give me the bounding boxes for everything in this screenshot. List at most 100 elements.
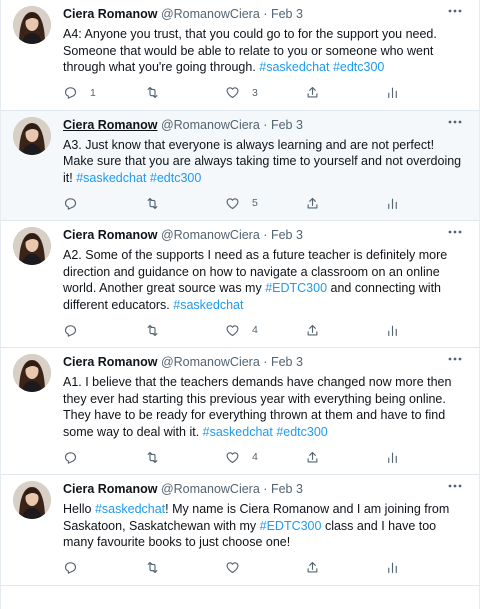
tweet[interactable]: Ciera Romanow @RomanowCiera · Feb 3 Hell…	[1, 475, 479, 586]
share-button[interactable]	[305, 322, 320, 338]
author-handle[interactable]: @RomanowCiera	[161, 482, 260, 496]
avatar[interactable]	[13, 227, 51, 265]
tweet-actions: 5	[63, 186, 467, 220]
author-name[interactable]: Ciera Romanow	[63, 228, 157, 242]
tweet[interactable]: Ciera Romanow @RomanowCiera · Feb 3 A3. …	[1, 110, 479, 221]
heart-icon	[226, 451, 239, 463]
like-count: 5	[252, 197, 258, 209]
author-name[interactable]: Ciera Romanow	[63, 118, 157, 132]
hashtag-link[interactable]: #EDTC300	[260, 519, 322, 533]
retweet-button[interactable]	[145, 322, 172, 338]
tweet-actions: 4	[63, 313, 467, 347]
tweet-text: A1. I believe that the teachers demands …	[63, 374, 467, 440]
share-icon	[307, 451, 318, 462]
retweet-icon	[147, 86, 158, 99]
tweet[interactable]: Ciera Romanow @RomanowCiera · Feb 3 A2. …	[1, 221, 479, 348]
avatar-photo	[13, 6, 51, 44]
tweet-actions: 4	[63, 440, 467, 474]
reply-button[interactable]	[63, 560, 90, 576]
date-separator: ·	[263, 355, 268, 369]
reply-button[interactable]	[63, 449, 90, 465]
reply-button[interactable]	[63, 195, 90, 211]
heart-icon	[226, 87, 239, 99]
tweet-actions	[63, 551, 467, 585]
more-options-icon[interactable]	[445, 479, 465, 493]
tweet-actions: 1 3	[63, 76, 467, 110]
reply-button[interactable]	[63, 322, 90, 338]
tweet-header: Ciera Romanow @RomanowCiera · Feb 3	[63, 117, 467, 133]
avatar[interactable]	[13, 354, 51, 392]
like-button[interactable]: 4	[225, 322, 258, 338]
tweet-header: Ciera Romanow @RomanowCiera · Feb 3	[63, 481, 467, 497]
author-handle[interactable]: @RomanowCiera	[161, 7, 260, 21]
retweet-button[interactable]	[145, 195, 172, 211]
share-button[interactable]	[305, 195, 320, 211]
like-button[interactable]: 4	[225, 449, 258, 465]
avatar[interactable]	[13, 6, 51, 44]
tweet[interactable]: Ciera Romanow @RomanowCiera · Feb 3 A4: …	[1, 0, 479, 111]
share-icon	[307, 561, 318, 573]
hashtag-link[interactable]: #saskedchat	[173, 298, 243, 312]
author-name[interactable]: Ciera Romanow	[63, 7, 157, 21]
tweet-text: A3. Just know that everyone is always le…	[63, 137, 467, 187]
hashtag-link[interactable]: #saskedchat	[95, 502, 165, 516]
author-handle[interactable]: @RomanowCiera	[161, 355, 260, 369]
avatar-photo	[13, 481, 51, 519]
retweet-button[interactable]	[145, 560, 172, 576]
analytics-icon	[388, 198, 397, 209]
analytics-button[interactable]	[385, 449, 400, 465]
avatar-photo	[13, 227, 51, 265]
avatar[interactable]	[13, 116, 51, 155]
like-count: 4	[252, 324, 258, 336]
tweet-date[interactable]: Feb 3	[271, 228, 303, 242]
tweet-text-segment: Hello	[63, 502, 95, 516]
tweet-text: Hello #saskedchat! My name is Ciera Roma…	[63, 501, 467, 551]
more-options-icon[interactable]	[445, 4, 465, 18]
heart-icon	[226, 562, 239, 574]
retweet-icon	[147, 197, 158, 209]
hashtag-link[interactable]: #edtc300	[333, 60, 384, 74]
analytics-icon	[388, 325, 397, 336]
more-options-icon[interactable]	[445, 115, 465, 129]
share-button[interactable]	[305, 85, 320, 101]
tweet[interactable]: Ciera Romanow @RomanowCiera · Feb 3 A1. …	[1, 348, 479, 475]
author-name[interactable]: Ciera Romanow	[63, 482, 157, 496]
hashtag-link[interactable]: #edtc300	[150, 171, 201, 185]
tweet-date[interactable]: Feb 3	[271, 118, 303, 132]
avatar[interactable]	[13, 481, 51, 519]
hashtag-link[interactable]: #saskedchat	[203, 425, 273, 439]
author-name[interactable]: Ciera Romanow	[63, 355, 157, 369]
share-icon	[307, 197, 318, 208]
tweet-date[interactable]: Feb 3	[271, 7, 303, 21]
analytics-button[interactable]	[385, 195, 400, 211]
tweet-text: A2. Some of the supports I need as a fut…	[63, 247, 467, 313]
like-button[interactable]: 5	[225, 195, 258, 211]
tweet-date[interactable]: Feb 3	[271, 482, 303, 496]
hashtag-link[interactable]: #edtc300	[276, 425, 327, 439]
analytics-button[interactable]	[385, 322, 400, 338]
analytics-icon	[388, 452, 397, 463]
share-button[interactable]	[305, 449, 320, 465]
reply-icon	[64, 87, 77, 99]
like-button[interactable]	[225, 560, 252, 576]
analytics-button[interactable]	[385, 560, 400, 576]
avatar-photo	[13, 116, 51, 155]
hashtag-link[interactable]: #saskedchat	[76, 171, 146, 185]
tweet-text: A4: Anyone you trust, that you could go …	[63, 26, 467, 76]
retweet-icon	[147, 324, 158, 336]
share-button[interactable]	[305, 560, 320, 576]
like-count: 3	[252, 86, 258, 99]
hashtag-link[interactable]: #saskedchat	[259, 60, 329, 74]
more-options-icon[interactable]	[445, 225, 465, 239]
more-options-icon[interactable]	[445, 352, 465, 366]
retweet-icon	[147, 561, 158, 574]
tweet-date[interactable]: Feb 3	[271, 355, 303, 369]
retweet-button[interactable]	[145, 85, 172, 101]
like-button[interactable]: 3	[225, 85, 258, 101]
author-handle[interactable]: @RomanowCiera	[161, 228, 260, 242]
reply-button[interactable]: 1	[63, 85, 96, 101]
analytics-button[interactable]	[385, 85, 400, 101]
retweet-button[interactable]	[145, 449, 172, 465]
author-handle[interactable]: @RomanowCiera	[161, 118, 260, 132]
hashtag-link[interactable]: #EDTC300	[265, 281, 327, 295]
